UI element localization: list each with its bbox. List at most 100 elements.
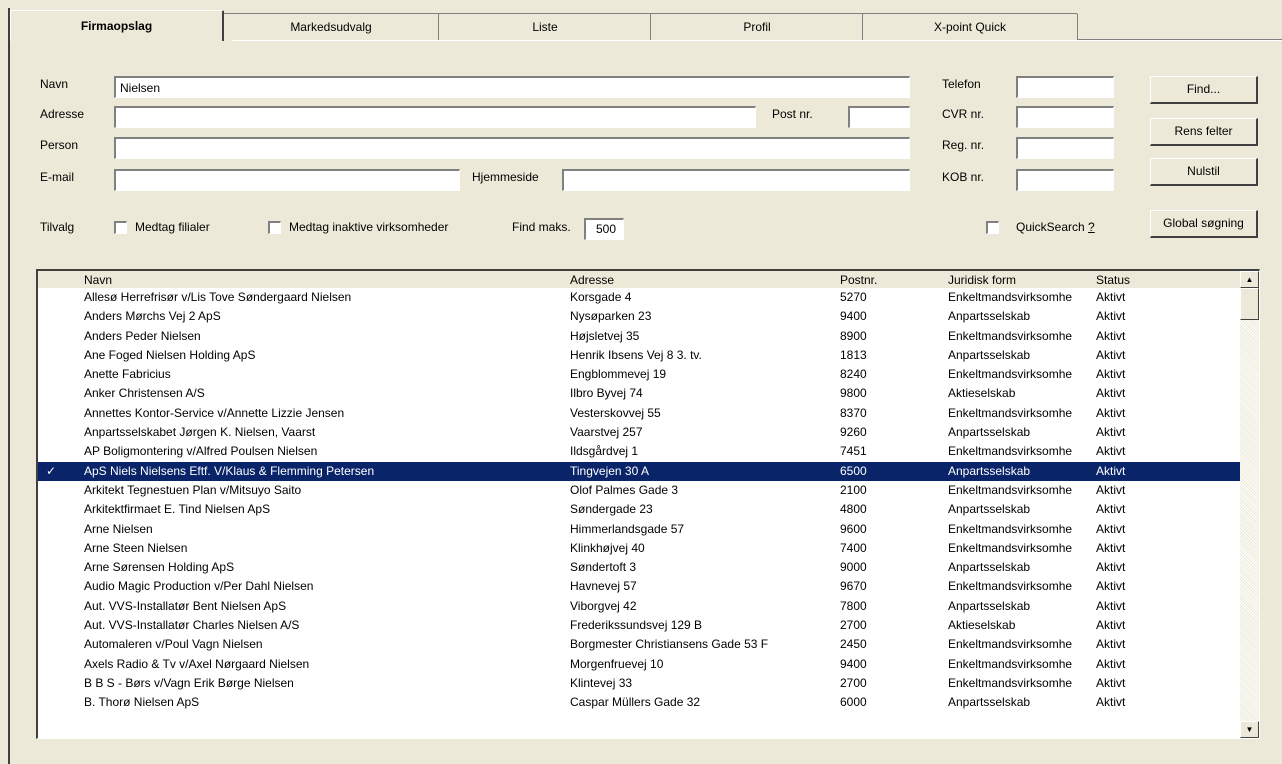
filialer-label: Medtag filialer: [135, 220, 210, 234]
table-row[interactable]: Anders Mørchs Vej 2 ApS Nysøparken 23 9400…: [38, 307, 1240, 326]
kob-input[interactable]: [1016, 169, 1114, 191]
table-row[interactable]: Anette Fabricius Engblommevej 19 8240 Enkel…: [38, 365, 1240, 384]
header-navn[interactable]: Navn: [84, 272, 112, 288]
cell-postnr: 2100: [840, 482, 867, 497]
rens-felter-button[interactable]: Rens felter: [1150, 118, 1258, 146]
person-input[interactable]: [114, 137, 910, 159]
navn-input[interactable]: [114, 76, 910, 98]
tab-markedsudvalg[interactable]: Markedsudvalg: [222, 13, 440, 40]
email-input[interactable]: [114, 169, 460, 191]
tab-bar: Firmaopslag Markedsudvalg Liste Profil X…: [10, 10, 1282, 41]
cell-juridisk-form: Aktieselskab: [948, 618, 1016, 633]
quicksearch-help-link[interactable]: ?: [1088, 220, 1095, 234]
cell-status: Aktivt: [1096, 618, 1126, 633]
cell-status: Aktivt: [1096, 347, 1126, 362]
global-search-button[interactable]: Global søgning: [1150, 210, 1258, 238]
cell-postnr: 9400: [840, 656, 867, 671]
postnr-input[interactable]: [848, 106, 910, 128]
header-adresse[interactable]: Adresse: [570, 272, 614, 288]
hjemmeside-input[interactable]: [562, 169, 910, 191]
table-row[interactable]: B B S - Børs v/Vagn Erik Børge Nielsen Kl…: [38, 674, 1240, 693]
results-list[interactable]: Navn Adresse Postnr. Juridisk form Statu…: [36, 269, 1260, 739]
filialer-checkbox[interactable]: [114, 221, 127, 234]
table-row[interactable]: Audio Magic Production v/Per Dahl Nielse…: [38, 577, 1240, 596]
adresse-input[interactable]: [114, 106, 756, 128]
scroll-down-icon[interactable]: ▼: [1240, 721, 1259, 738]
cell-postnr: 7800: [840, 598, 867, 613]
cell-navn: Allesø Herrefrisør v/Lis Tove Søndergaar…: [84, 290, 352, 304]
scroll-up-icon[interactable]: ▲: [1240, 271, 1259, 288]
table-row[interactable]: Arkitekt Tegnestuen Plan v/Mitsuyo Saito…: [38, 481, 1240, 500]
table-row[interactable]: Anker Christensen A/S Ilbro Byvej 74 9800 A…: [38, 384, 1240, 403]
inaktive-checkbox[interactable]: [268, 221, 281, 234]
header-postnr[interactable]: Postnr.: [840, 272, 877, 288]
cell-navn: Aut. VVS-Installatør Bent Nielsen ApS: [84, 598, 287, 613]
cell-navn: Annettes Kontor-Service v/Annette Lizzie…: [84, 405, 345, 420]
cell-status: Aktivt: [1096, 405, 1126, 420]
table-row[interactable]: Ane Foged Nielsen Holding ApS Henrik Ibse…: [38, 346, 1240, 365]
table-row[interactable]: B. Thorø Nielsen ApS Caspar Müllers Gade …: [38, 693, 1240, 712]
scroll-thumb[interactable]: [1240, 288, 1259, 320]
list-rows: Allesø Herrefrisør v/Lis Tove Søndergaar…: [38, 288, 1240, 713]
tab-firmaopslag[interactable]: Firmaopslag: [10, 10, 224, 41]
cell-status: Aktivt: [1096, 579, 1126, 594]
cell-navn: Arne Steen Nielsen: [84, 540, 188, 555]
person-label: Person: [40, 138, 79, 152]
cvr-input[interactable]: [1016, 106, 1114, 128]
cell-status: Aktivt: [1096, 637, 1126, 652]
table-row-selected[interactable]: ✓ ApS Niels Nielsens Eftf. V/Klaus & Flem…: [38, 461, 1240, 481]
table-row[interactable]: Anpartsselskabet Jørgen K. Nielsen, Vaar…: [38, 423, 1240, 442]
table-row[interactable]: Arne Sørensen Holding ApS Søndertoft 3 900…: [38, 558, 1240, 577]
cell-adresse: Vesterskovvej 55: [570, 405, 661, 420]
cell-juridisk-form: Enkeltmandsvirksomhe: [948, 328, 1073, 343]
table-row[interactable]: Annettes Kontor-Service v/Annette Lizzie…: [38, 404, 1240, 423]
table-row[interactable]: Allesø Herrefrisør v/Lis Tove Søndergaar…: [38, 288, 1240, 307]
table-row[interactable]: Arkitektfirmaet E. Tind Nielsen ApS Sønde…: [38, 500, 1240, 519]
header-juridisk-form[interactable]: Juridisk form: [948, 272, 1016, 288]
nulstil-button[interactable]: Nulstil: [1150, 158, 1258, 186]
cell-postnr: 5270: [840, 290, 867, 304]
cell-postnr: 9260: [840, 425, 867, 440]
vertical-scrollbar[interactable]: ▲ ▼: [1240, 271, 1259, 738]
cell-navn: B. Thorø Nielsen ApS: [84, 695, 200, 710]
find-button[interactable]: Find...: [1150, 76, 1258, 104]
cell-status: Aktivt: [1096, 425, 1126, 440]
cell-status: Aktivt: [1096, 386, 1126, 401]
table-row[interactable]: Anders Peder Nielsen Højsletvej 35 8900 Enk…: [38, 327, 1240, 346]
cell-status: Aktivt: [1096, 482, 1126, 497]
header-status[interactable]: Status: [1096, 272, 1130, 288]
adresse-label: Adresse: [40, 107, 85, 121]
hjemmeside-label: Hjemmeside: [472, 170, 539, 184]
cell-navn: Anders Mørchs Vej 2 ApS: [84, 309, 221, 324]
findmaks-label: Find maks.: [512, 220, 571, 234]
cell-postnr: 4800: [840, 502, 867, 517]
findmaks-input[interactable]: 500: [584, 218, 624, 240]
cell-adresse: Korsgade 4: [570, 290, 632, 304]
cell-postnr: 1813: [840, 347, 867, 362]
cell-adresse: Vaarstvej 257: [570, 425, 643, 440]
table-row[interactable]: Arne Steen Nielsen Klinkhøjvej 40 7400 Enke…: [38, 539, 1240, 558]
cell-navn: B B S - Børs v/Vagn Erik Børge Nielsen: [84, 675, 294, 690]
table-row[interactable]: AP Boligmontering v/Alfred Poulsen Niels…: [38, 442, 1240, 461]
reg-input[interactable]: [1016, 137, 1114, 159]
navn-label: Navn: [40, 77, 69, 91]
cell-status: Aktivt: [1096, 675, 1126, 690]
tab-liste[interactable]: Liste: [438, 13, 652, 40]
telefon-input[interactable]: [1016, 76, 1114, 98]
cell-juridisk-form: Enkeltmandsvirksomhe: [948, 540, 1073, 555]
cell-postnr: 8240: [840, 367, 867, 382]
cell-navn: AP Boligmontering v/Alfred Poulsen Niels…: [84, 444, 318, 459]
cell-adresse: Frederikssundsvej 129 B: [570, 618, 703, 633]
tab-xpoint-quick[interactable]: X-point Quick: [862, 13, 1078, 40]
cell-navn: Axels Radio & Tv v/Axel Nørgaard Nielsen: [84, 656, 310, 671]
quicksearch-checkbox[interactable]: [986, 221, 999, 234]
cell-juridisk-form: Enkeltmandsvirksomhe: [948, 675, 1073, 690]
table-row[interactable]: Aut. VVS-Installatør Bent Nielsen ApS Vib…: [38, 597, 1240, 616]
cell-adresse: Viborgvej 42: [570, 598, 637, 613]
cell-adresse: Søndertoft 3: [570, 560, 637, 575]
table-row[interactable]: Axels Radio & Tv v/Axel Nørgaard Nielsen…: [38, 655, 1240, 674]
table-row[interactable]: Automaleren v/Poul Vagn Nielsen Borgmeste…: [38, 635, 1240, 654]
table-row[interactable]: Aut. VVS-Installatør Charles Nielsen A/S…: [38, 616, 1240, 635]
tab-profil[interactable]: Profil: [650, 13, 864, 40]
table-row[interactable]: Arne Nielsen Himmerlandsgade 57 9600 Enkelt…: [38, 520, 1240, 539]
